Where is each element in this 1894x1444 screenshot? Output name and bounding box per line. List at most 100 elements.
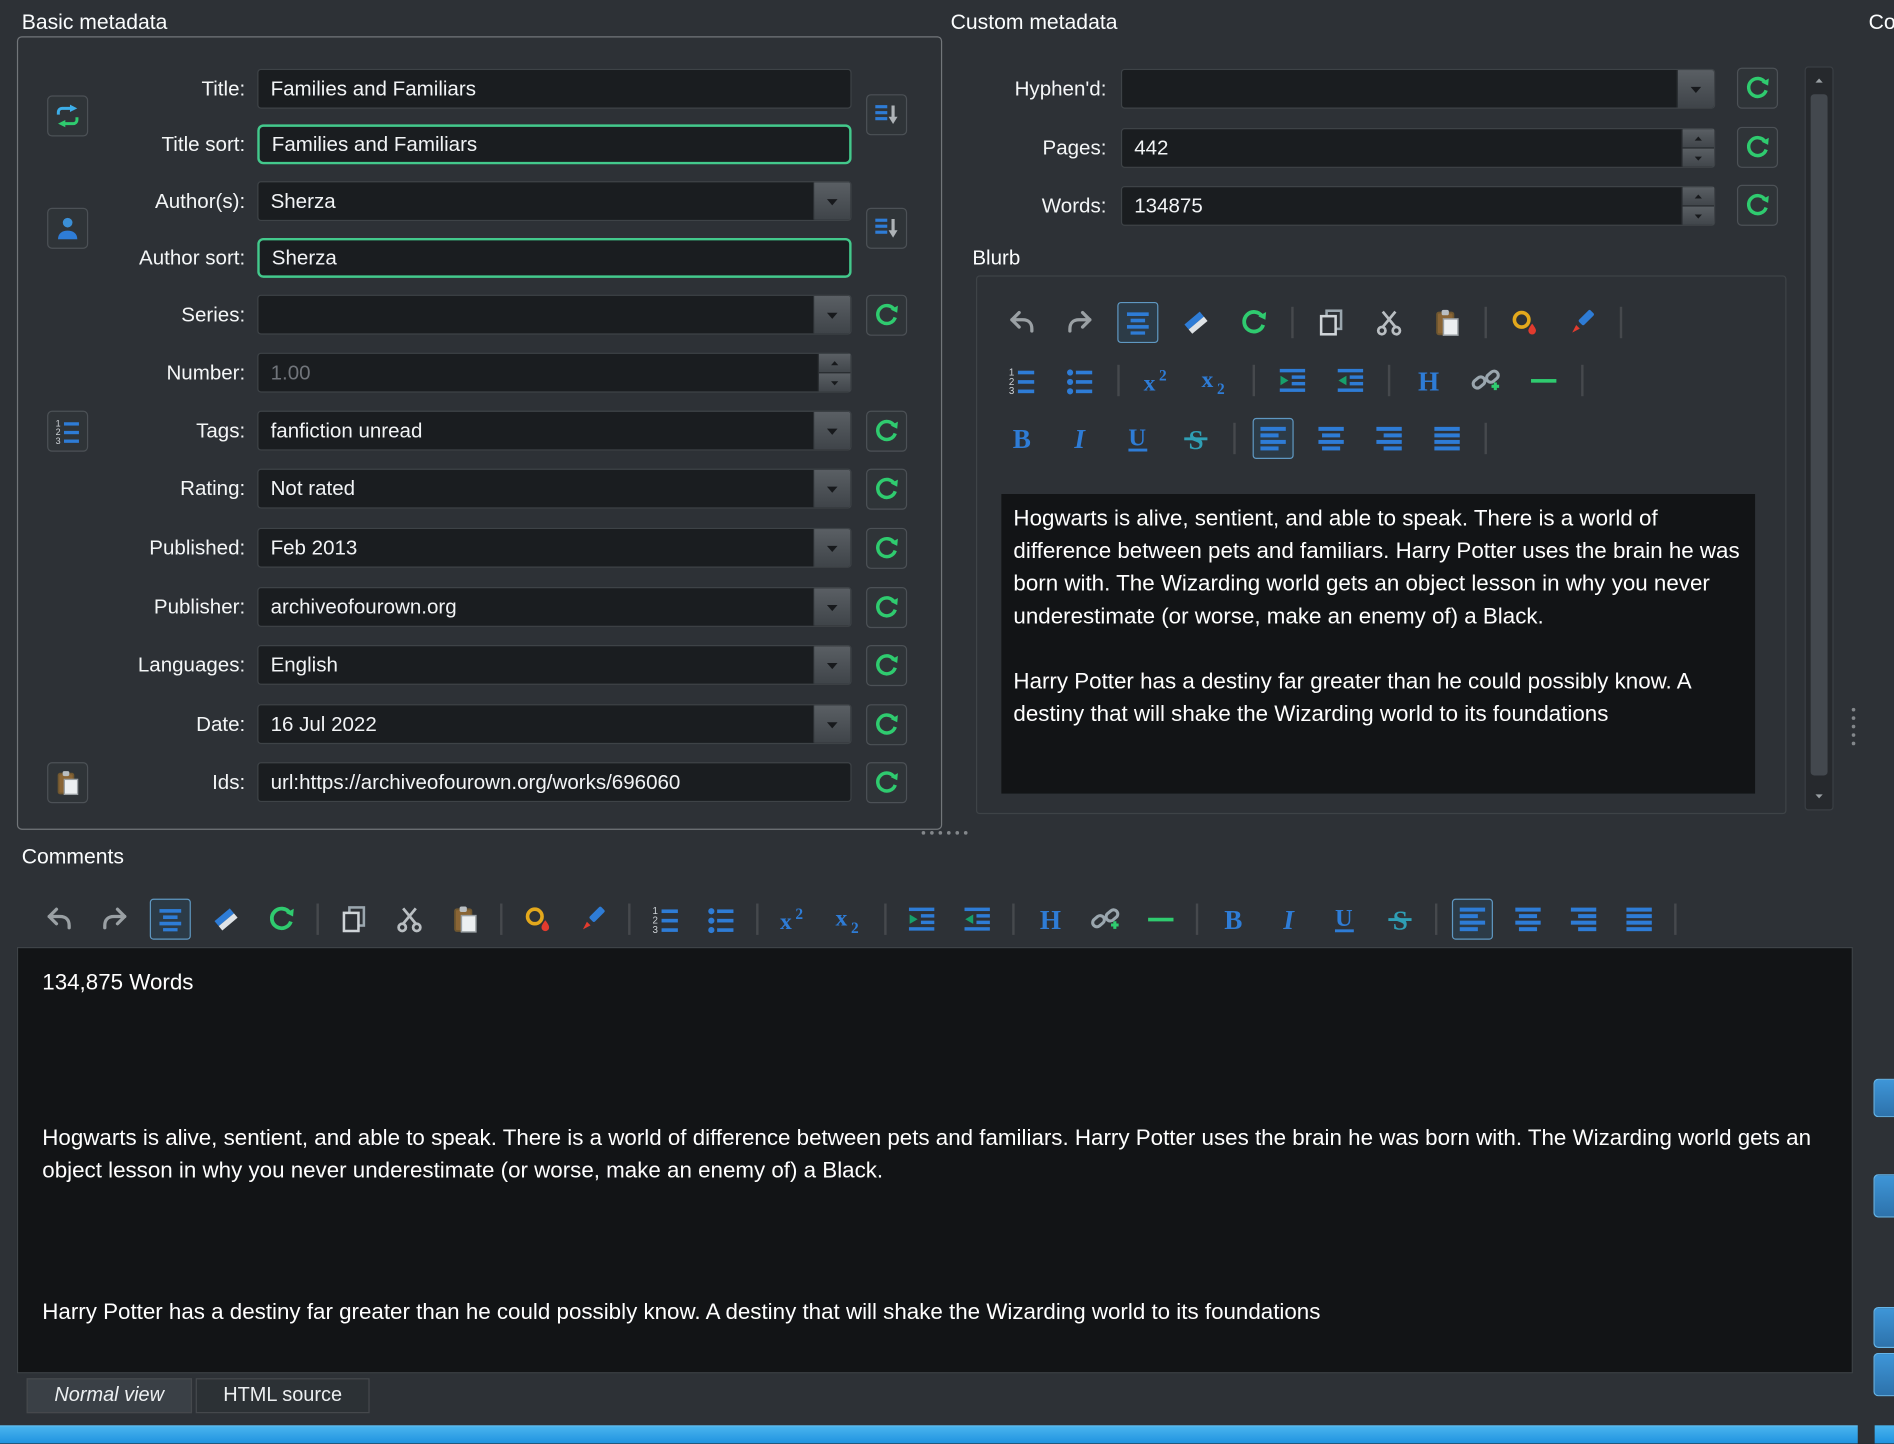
align-center-button[interactable]: [1507, 899, 1548, 940]
clipped-side-button[interactable]: [1873, 1174, 1894, 1218]
bold-button[interactable]: [1001, 418, 1042, 459]
indent-more-button[interactable]: [901, 899, 942, 940]
ordered-list-button[interactable]: [645, 899, 686, 940]
redo-button[interactable]: [1059, 302, 1100, 343]
fill-color-button[interactable]: [1504, 302, 1545, 343]
number-up-button[interactable]: [818, 353, 851, 373]
tab-normal-view[interactable]: Normal view: [26, 1378, 192, 1414]
pages-up-button[interactable]: [1682, 129, 1715, 148]
ordered-list-button[interactable]: [1001, 360, 1042, 401]
rating-recycle-button[interactable]: [866, 468, 908, 510]
align-right-button[interactable]: [1563, 899, 1604, 940]
redo-button[interactable]: [94, 899, 135, 940]
words-up-button[interactable]: [1682, 187, 1715, 206]
horizontal-rule-button[interactable]: [1523, 360, 1564, 401]
tags-dropdown-button[interactable]: [812, 411, 851, 450]
number-spinbox[interactable]: 1.00: [257, 352, 852, 393]
paste-button[interactable]: [1427, 302, 1468, 343]
published-recycle-button[interactable]: [866, 527, 908, 569]
align-right-button[interactable]: [1369, 418, 1410, 459]
italic-button[interactable]: [1059, 418, 1100, 459]
ids-input[interactable]: [257, 762, 852, 803]
paste-button[interactable]: [445, 899, 486, 940]
date-recycle-button[interactable]: [866, 704, 908, 746]
unordered-list-button[interactable]: [701, 899, 742, 940]
cut-button[interactable]: [1369, 302, 1410, 343]
horizontal-splitter-handle[interactable]: [921, 831, 968, 835]
edit-tags-button[interactable]: [47, 410, 89, 452]
series-combo[interactable]: [257, 294, 852, 335]
cut-button[interactable]: [389, 899, 430, 940]
subscript-button[interactable]: [829, 899, 870, 940]
pages-down-button[interactable]: [1682, 147, 1715, 167]
hyphend-dropdown-button[interactable]: [1676, 70, 1715, 108]
align-justify-button[interactable]: [1619, 899, 1660, 940]
horizontal-rule-button[interactable]: [1140, 899, 1181, 940]
publisher-recycle-button[interactable]: [866, 587, 908, 629]
copy-button[interactable]: [333, 899, 374, 940]
bottom-blue-strip[interactable]: [0, 1425, 1858, 1444]
hyphend-recycle-button[interactable]: [1736, 67, 1779, 109]
indent-more-button[interactable]: [1272, 360, 1313, 401]
scroll-up-button[interactable]: [1806, 71, 1833, 90]
format-block-button[interactable]: [1117, 301, 1159, 344]
number-down-button[interactable]: [818, 372, 851, 392]
recycle-button[interactable]: [261, 899, 302, 940]
custom-panel-scrollbar[interactable]: [1804, 66, 1834, 811]
edit-ids-button[interactable]: [47, 762, 89, 804]
underline-button[interactable]: [1324, 899, 1365, 940]
pages-recycle-button[interactable]: [1736, 126, 1779, 168]
published-combo[interactable]: Feb 2013: [257, 527, 852, 568]
words-spinbox[interactable]: 134875: [1120, 186, 1716, 226]
tags-recycle-button[interactable]: [866, 410, 908, 452]
heading-button[interactable]: [1029, 899, 1070, 940]
italic-button[interactable]: [1268, 899, 1309, 940]
bold-button[interactable]: [1213, 899, 1254, 940]
text-color-button[interactable]: [1562, 302, 1603, 343]
strikethrough-button[interactable]: [1175, 418, 1216, 459]
words-recycle-button[interactable]: [1736, 184, 1779, 226]
tags-combo[interactable]: fanfiction unread: [257, 410, 852, 451]
tab-html-source[interactable]: HTML source: [195, 1378, 370, 1414]
ids-recycle-button[interactable]: [866, 762, 908, 804]
rating-combo[interactable]: Not rated: [257, 468, 852, 509]
comments-editor[interactable]: 134,875 Words Hogwarts is alive, sentien…: [16, 946, 1853, 1374]
heading-button[interactable]: [1407, 360, 1448, 401]
indent-less-button[interactable]: [1330, 360, 1371, 401]
link-button[interactable]: [1085, 899, 1126, 940]
publisher-dropdown-button[interactable]: [812, 588, 851, 626]
hyphend-combo[interactable]: [1120, 68, 1716, 109]
superscript-button[interactable]: [1137, 360, 1178, 401]
superscript-button[interactable]: [773, 899, 814, 940]
underline-button[interactable]: [1117, 418, 1158, 459]
scrollbar-thumb[interactable]: [1810, 94, 1828, 776]
recycle-button[interactable]: [1233, 302, 1274, 343]
languages-combo[interactable]: English: [257, 645, 852, 685]
subscript-button[interactable]: [1195, 360, 1236, 401]
undo-button[interactable]: [1001, 302, 1042, 343]
published-dropdown-button[interactable]: [812, 529, 851, 567]
scroll-down-button[interactable]: [1806, 786, 1833, 805]
eraser-button[interactable]: [205, 899, 246, 940]
rating-dropdown-button[interactable]: [812, 469, 851, 508]
clipped-side-button[interactable]: [1873, 1306, 1894, 1349]
clipped-side-button[interactable]: [1873, 1078, 1894, 1118]
series-dropdown-button[interactable]: [812, 295, 851, 334]
languages-dropdown-button[interactable]: [812, 646, 851, 684]
languages-recycle-button[interactable]: [866, 645, 908, 687]
link-button[interactable]: [1465, 360, 1506, 401]
blurb-editor[interactable]: Hogwarts is alive, sentient, and able to…: [1001, 494, 1756, 794]
align-justify-button[interactable]: [1427, 418, 1468, 459]
publisher-combo[interactable]: archiveofourown.org: [257, 587, 852, 627]
author-sort-input[interactable]: [257, 237, 852, 278]
copy-button[interactable]: [1311, 302, 1352, 343]
align-left-button[interactable]: [1252, 417, 1294, 460]
series-recycle-button[interactable]: [866, 294, 908, 336]
clipped-side-button[interactable]: [1873, 1352, 1894, 1397]
pages-spinbox[interactable]: 442: [1120, 128, 1716, 168]
align-left-button[interactable]: [1451, 898, 1493, 940]
strikethrough-button[interactable]: [1379, 899, 1420, 940]
fill-color-button[interactable]: [517, 899, 558, 940]
words-down-button[interactable]: [1682, 205, 1715, 225]
undo-button[interactable]: [39, 899, 80, 940]
